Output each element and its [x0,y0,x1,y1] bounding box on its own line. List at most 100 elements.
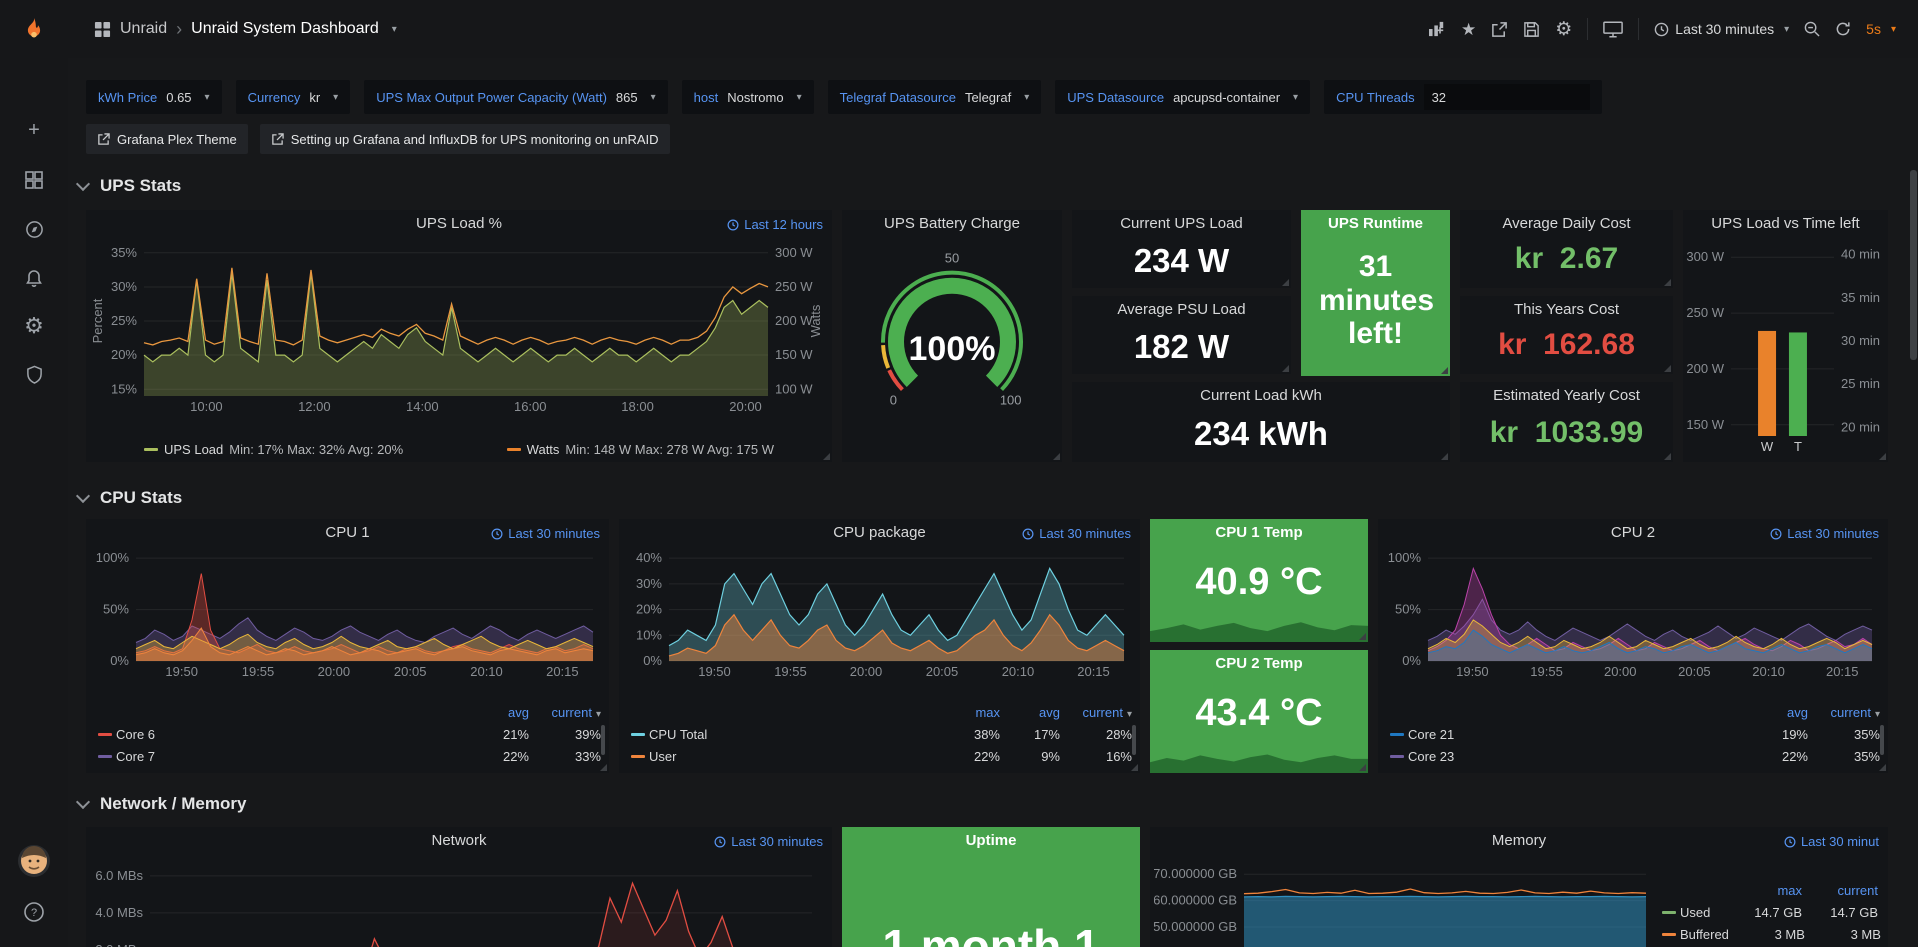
panel-title[interactable]: Current UPS Load [1072,210,1291,237]
panel-title[interactable]: CPU 1 Temp [1150,519,1368,546]
panel-time-override: Last 12 hours [727,217,823,232]
series-color-dash [507,448,521,451]
legend-header: avg current▾ [1390,701,1880,723]
legend-col-max[interactable]: max [1726,883,1802,898]
cpu2-chart[interactable]: 0%50%100%19:5019:5520:0020:0520:1020:15 [1382,547,1880,681]
legend-scrollbar[interactable] [1880,725,1884,755]
legend-col-avg[interactable]: avg [1744,705,1808,720]
section-network-memory[interactable]: Network / Memory [78,792,246,816]
panel-title[interactable]: Estimated Yearly Cost [1460,382,1673,409]
legend-col-current[interactable]: current [1802,883,1878,898]
add-panel-button[interactable] [1428,21,1446,37]
panel-title[interactable]: Average Daily Cost [1460,210,1673,237]
refresh-button[interactable] [1835,21,1851,37]
legend-scrollbar[interactable] [1132,725,1136,755]
variable-host[interactable]: host Nostromo ▾ [682,80,814,114]
legend-col-current[interactable]: current▾ [1808,705,1880,720]
share-button[interactable] [1491,21,1508,38]
legend-scrollbar[interactable] [601,725,605,755]
ups-load-chart[interactable]: 15%20%25%30%35%100 W150 W200 W250 W300 W… [90,238,828,416]
zoom-out-button[interactable] [1804,21,1820,37]
legend-col-avg[interactable]: avg [465,705,529,720]
legend-col-max[interactable]: max [940,705,1000,720]
gauge-value: 100% [846,238,1058,454]
cycle-view-button[interactable] [1603,21,1623,38]
configuration-button[interactable]: ⚙ [0,306,68,346]
legend-col-current[interactable]: current▾ [1060,705,1132,720]
variable-ups-datasource[interactable]: UPS Datasource apcupsd-container ▾ [1055,80,1310,114]
legend-row: CPU Total 38% 17% 28% [631,723,1132,745]
gear-icon: ⚙ [24,315,44,337]
explore-button[interactable] [0,209,68,249]
page-scrollbar[interactable] [1910,170,1917,360]
series-name[interactable]: Core 23 [1408,749,1744,764]
legend-row: Core 6 21% 39% [98,723,601,745]
panel-title[interactable]: UPS Battery Charge [842,210,1062,237]
panel-title[interactable]: UPS Load vs Time left [1683,210,1888,237]
panel-title[interactable]: UPS Load % [86,210,832,237]
cpu-threads-input[interactable] [1424,84,1590,110]
legend-col-current[interactable]: current▾ [529,705,601,720]
series-name[interactable]: Core 6 [116,727,465,742]
user-avatar[interactable] [0,842,68,880]
grafana-dashboard: + ⚙ [0,0,1918,947]
legend-item-watts[interactable]: Watts Min: 148 W Max: 278 W Avg: 175 W [507,442,774,457]
panel-title[interactable]: Uptime [842,827,1140,854]
dashboard-title[interactable]: Unraid System Dashboard [191,20,379,38]
time-picker-button[interactable]: Last 30 minutes ▾ [1654,21,1789,37]
refresh-interval-dropdown[interactable]: 5s ▾ [1866,21,1896,37]
link-grafana-plex-theme[interactable]: Grafana Plex Theme [86,124,248,154]
variable-kwh-price[interactable]: kWh Price 0.65 ▾ [86,80,222,114]
panel-title[interactable]: CPU 2 Temp [1150,650,1368,677]
panel-title[interactable]: Current Load kWh [1072,382,1450,409]
grafana-logo[interactable] [0,10,68,50]
network-chart[interactable]: 2.0 MBs4.0 MBs6.0 MBs [90,855,824,947]
panel-time-override: Last 30 minutes [714,834,823,849]
variable-value: Telegraf [965,90,1011,105]
dashboard-settings-button[interactable]: ⚙ [1555,20,1572,39]
variable-ups-max-output[interactable]: UPS Max Output Power Capacity (Watt) 865… [364,80,667,114]
create-button[interactable]: + [0,110,68,150]
legend-col-avg[interactable]: avg [1000,705,1060,720]
svg-text:?: ? [31,907,37,919]
series-name[interactable]: Core 7 [116,749,465,764]
series-color-dash [631,733,645,736]
series-name[interactable]: Used [1680,905,1726,920]
series-name[interactable]: Core 21 [1408,727,1744,742]
variable-value: kr [309,90,320,105]
ups-vs-time-chart[interactable]: 150 W200 W250 W300 W20 min25 min30 min35… [1685,238,1886,456]
link-ups-monitoring-guide[interactable]: Setting up Grafana and InfluxDB for UPS … [260,124,670,154]
stat-value: 43.4 °C [1150,692,1368,735]
help-button[interactable]: ? [0,892,68,932]
save-button[interactable] [1523,21,1540,38]
variable-label: kWh Price [98,90,157,105]
dashboards-button[interactable] [0,160,68,200]
zoom-out-icon [1804,21,1820,37]
section-cpu-stats[interactable]: CPU Stats [78,486,182,510]
cpu1-chart[interactable]: 0%50%100%19:5019:5520:0020:0520:1020:15 [90,547,601,681]
alerting-button[interactable] [0,258,68,298]
bell-icon [25,269,43,288]
panel-title[interactable]: Average PSU Load [1072,296,1291,323]
star-button[interactable]: ★ [1461,21,1476,38]
legend-item-ups-load[interactable]: UPS Load Min: 17% Max: 32% Avg: 20% [144,442,403,457]
battery-gauge[interactable]: 100% 050100 [846,238,1058,454]
memory-chart[interactable]: 50.000000 GB60.000000 GB70.000000 GB [1154,855,1654,947]
series-name[interactable]: User [649,749,940,764]
breadcrumb-org[interactable]: Unraid [120,20,167,38]
svg-text:19:50: 19:50 [698,664,731,679]
panel-title[interactable]: This Years Cost [1460,296,1673,323]
cpu-package-chart[interactable]: 0%10%20%30%40%19:5019:5520:0020:0520:102… [623,547,1132,681]
dashboard-dropdown-caret-icon[interactable]: ▾ [392,24,397,35]
series-name[interactable]: CPU Total [649,727,940,742]
panel-title[interactable]: Memory [1150,827,1888,854]
stat-value: 31 minutes left! [1319,250,1432,351]
link-label: Setting up Grafana and InfluxDB for UPS … [291,132,659,147]
variable-telegraf-datasource[interactable]: Telegraf Datasource Telegraf ▾ [828,80,1042,114]
panel-estimated-yearly-cost: Estimated Yearly Cost kr 1033.99 [1460,382,1673,462]
series-name[interactable]: Buffered [1680,927,1729,942]
variable-currency[interactable]: Currency kr ▾ [236,80,351,114]
panel-title[interactable]: UPS Runtime [1301,210,1450,237]
section-ups-stats[interactable]: UPS Stats [78,174,181,198]
server-admin-button[interactable] [0,354,68,394]
